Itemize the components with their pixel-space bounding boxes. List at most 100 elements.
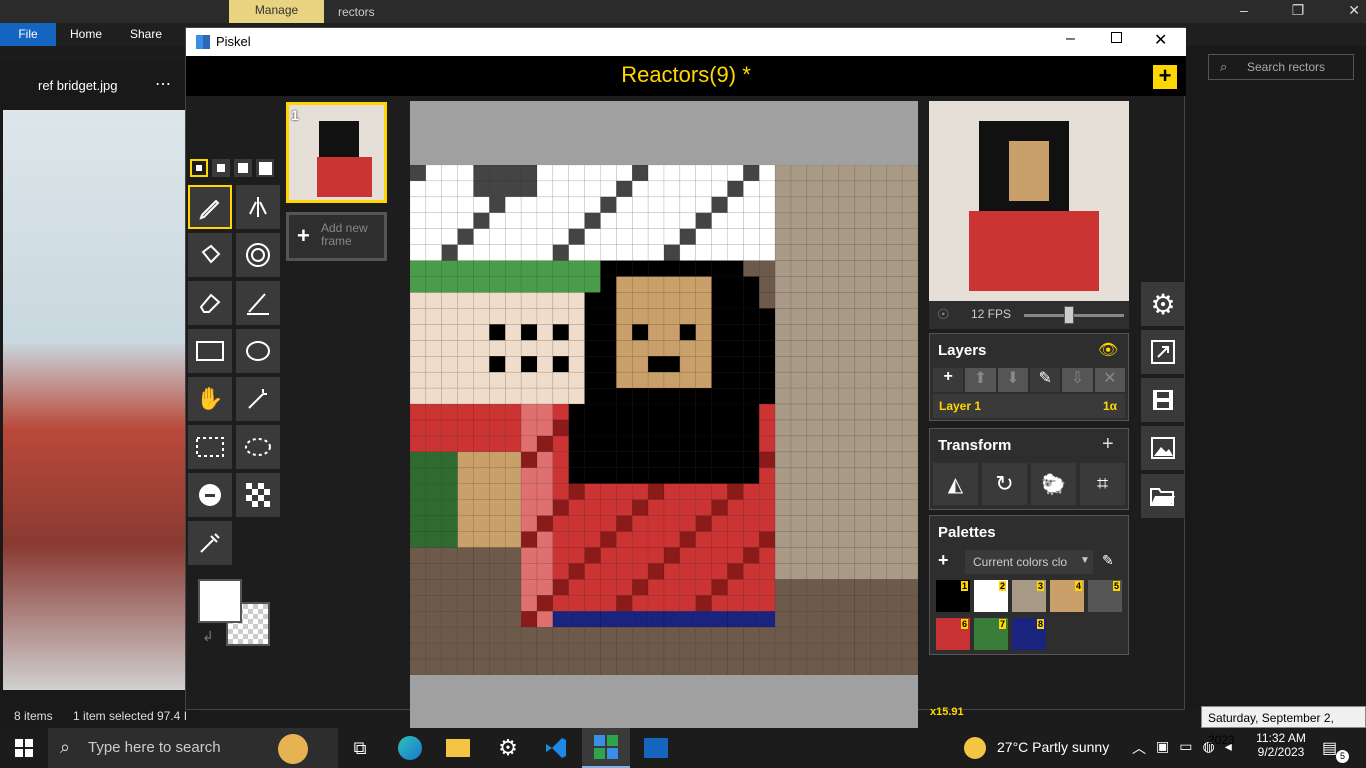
pixel[interactable] bbox=[886, 611, 903, 628]
pixel[interactable] bbox=[647, 212, 665, 229]
pixel[interactable] bbox=[759, 387, 776, 405]
pixel[interactable] bbox=[901, 260, 918, 277]
pixel[interactable] bbox=[727, 435, 744, 453]
pixel[interactable] bbox=[695, 165, 712, 182]
lasso-selection-tool[interactable] bbox=[236, 425, 280, 469]
pixel[interactable] bbox=[695, 563, 712, 580]
pixel[interactable] bbox=[520, 483, 538, 500]
pixel[interactable] bbox=[473, 371, 490, 389]
pixel[interactable] bbox=[584, 531, 601, 548]
pixel[interactable] bbox=[505, 308, 522, 325]
pixel[interactable] bbox=[695, 451, 712, 469]
pixel[interactable] bbox=[822, 451, 839, 469]
pixel[interactable] bbox=[886, 387, 903, 405]
pixel[interactable] bbox=[647, 292, 665, 309]
pixel[interactable] bbox=[505, 611, 522, 628]
pixel[interactable] bbox=[568, 467, 585, 484]
pixel[interactable] bbox=[806, 451, 823, 469]
merge-layer-icon[interactable]: ⇩ bbox=[1062, 368, 1093, 392]
pixel[interactable] bbox=[457, 165, 474, 182]
pixel[interactable] bbox=[790, 451, 808, 469]
pixel[interactable] bbox=[441, 212, 458, 229]
pixel[interactable] bbox=[743, 595, 760, 612]
battery-icon[interactable]: ▭ bbox=[1179, 738, 1192, 758]
pixel[interactable] bbox=[854, 483, 871, 500]
pixel[interactable] bbox=[822, 547, 839, 564]
pixel[interactable] bbox=[743, 435, 760, 453]
pixel[interactable] bbox=[647, 419, 665, 437]
pixel[interactable] bbox=[457, 244, 474, 261]
pixel[interactable] bbox=[870, 451, 887, 469]
pixel[interactable] bbox=[457, 658, 474, 675]
pen-size-3[interactable] bbox=[234, 159, 252, 177]
pixel[interactable] bbox=[901, 595, 918, 612]
pixel[interactable] bbox=[870, 435, 887, 453]
pixel[interactable] bbox=[520, 626, 538, 644]
pixel[interactable] bbox=[441, 292, 458, 309]
add-palette-icon[interactable]: + bbox=[938, 550, 949, 571]
pixel[interactable] bbox=[552, 499, 569, 516]
pixel[interactable] bbox=[520, 419, 538, 437]
pixel[interactable] bbox=[632, 467, 649, 484]
pixel[interactable] bbox=[663, 419, 681, 437]
pixel[interactable] bbox=[647, 626, 665, 644]
pixel[interactable] bbox=[790, 324, 808, 341]
pixel[interactable] bbox=[743, 228, 760, 245]
pixel[interactable] bbox=[854, 531, 871, 548]
pixel[interactable] bbox=[584, 642, 601, 660]
pixel[interactable] bbox=[806, 196, 823, 214]
pixel[interactable] bbox=[457, 642, 474, 660]
pixel[interactable] bbox=[679, 595, 696, 612]
lighten-tool[interactable] bbox=[188, 473, 232, 517]
pixel[interactable] bbox=[743, 419, 760, 437]
pixel[interactable] bbox=[552, 371, 569, 389]
pixel[interactable] bbox=[743, 196, 760, 214]
pixel[interactable] bbox=[886, 276, 903, 293]
pixel[interactable] bbox=[647, 308, 665, 325]
pixel[interactable] bbox=[568, 579, 585, 596]
pixel[interactable] bbox=[425, 626, 442, 644]
pixel[interactable] bbox=[822, 483, 839, 500]
pixel[interactable] bbox=[552, 276, 569, 293]
pixel[interactable] bbox=[489, 276, 506, 293]
pixel[interactable] bbox=[679, 658, 696, 675]
pixel[interactable] bbox=[759, 212, 776, 229]
pixel[interactable] bbox=[520, 499, 538, 516]
pixel[interactable] bbox=[616, 579, 633, 596]
pixel[interactable] bbox=[505, 403, 522, 421]
pixel[interactable] bbox=[822, 435, 839, 453]
pixel[interactable] bbox=[489, 165, 506, 182]
pixel[interactable] bbox=[520, 579, 538, 596]
pixel[interactable] bbox=[790, 244, 808, 261]
pixel[interactable] bbox=[505, 595, 522, 612]
pixel[interactable] bbox=[489, 563, 506, 580]
pixel[interactable] bbox=[663, 467, 681, 484]
pixel[interactable] bbox=[632, 403, 649, 421]
pixel[interactable] bbox=[441, 483, 458, 500]
pixel[interactable] bbox=[632, 611, 649, 628]
pixel[interactable] bbox=[457, 403, 474, 421]
pixel[interactable] bbox=[552, 403, 569, 421]
pixel[interactable] bbox=[584, 419, 601, 437]
pixel[interactable] bbox=[647, 260, 665, 277]
pixel[interactable] bbox=[457, 595, 474, 612]
pixel[interactable] bbox=[727, 626, 744, 644]
pixel[interactable] bbox=[822, 308, 839, 325]
pixel[interactable] bbox=[838, 467, 855, 484]
pixel[interactable] bbox=[663, 324, 681, 341]
pixel[interactable] bbox=[473, 467, 490, 484]
pixel[interactable] bbox=[600, 451, 617, 469]
pixel[interactable] bbox=[410, 451, 427, 469]
pixel[interactable] bbox=[536, 531, 554, 548]
pixel[interactable] bbox=[600, 547, 617, 564]
pixel[interactable] bbox=[441, 387, 458, 405]
pixel[interactable] bbox=[774, 547, 792, 564]
pixel[interactable] bbox=[616, 435, 633, 453]
pixel[interactable] bbox=[854, 515, 871, 532]
pixel[interactable] bbox=[616, 642, 633, 660]
vscode-button[interactable] bbox=[532, 728, 580, 768]
pixel[interactable] bbox=[568, 563, 585, 580]
pixel[interactable] bbox=[616, 499, 633, 516]
pixel[interactable] bbox=[870, 308, 887, 325]
pixel[interactable] bbox=[425, 165, 442, 182]
